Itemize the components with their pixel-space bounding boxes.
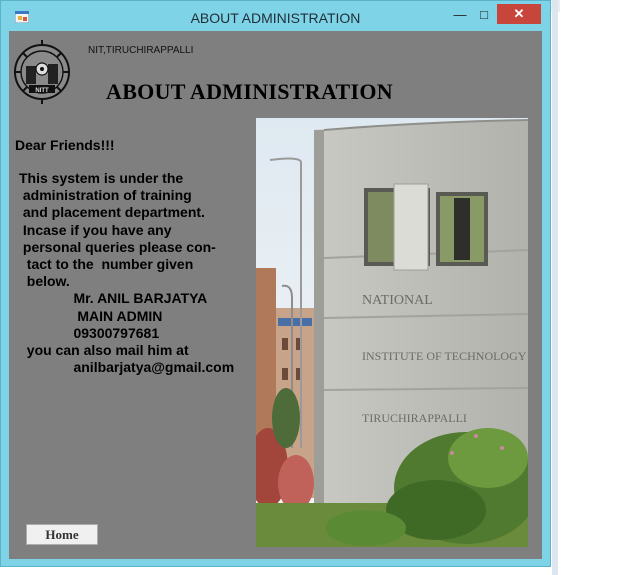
admin-role: MAIN ADMIN [77, 307, 163, 324]
admin-name: Mr. ANIL BARJATYA [73, 290, 208, 307]
about-text-line: Incase if you have any [19, 221, 172, 238]
institute-label: NIT,TIRUCHIRAPPALLI [88, 45, 194, 56]
admin-phone: 09300797681 [73, 324, 160, 341]
nitt-logo: NITT [14, 40, 70, 104]
maximize-button[interactable]: □ [473, 4, 495, 24]
sign-text-line: TIRUCHIRAPPALLI [362, 411, 467, 425]
logo-text: NITT [35, 88, 49, 94]
form-client-area: NITT NIT,TIRUCHIRAPPALLI ABOUT ADMINISTR… [9, 31, 542, 559]
about-text-line: below. [19, 273, 70, 290]
about-administration-window: ABOUT ADMINISTRATION — □ ✕ NITT NIT,TIRU… [0, 0, 551, 567]
about-text-line: and placement department. [19, 204, 205, 221]
home-button[interactable]: Home [26, 524, 98, 545]
greeting-text: Dear Friends!!! [15, 137, 115, 153]
sign-text-line: NATIONAL [362, 293, 433, 308]
mail-line: you can also mail him at [26, 342, 189, 359]
campus-sign-photo: NATIONAL INSTITUTE OF TECHNOLOGY TIRUCHI… [256, 118, 528, 547]
close-button[interactable]: ✕ [497, 4, 541, 24]
about-text-line: tact to the number given [19, 256, 194, 273]
sign-text-line: INSTITUTE OF TECHNOLOGY [362, 349, 527, 363]
about-text: This system is under the administration … [19, 170, 234, 376]
page-heading: ABOUT ADMINISTRATION [106, 79, 393, 104]
admin-email: anilbarjatya@gmail.com [73, 359, 235, 376]
about-text-line: This system is under the [19, 170, 184, 186]
about-text-line: administration of training [19, 187, 192, 204]
title-bar[interactable]: ABOUT ADMINISTRATION — □ ✕ [1, 1, 550, 31]
about-text-line: personal queries please con- [19, 238, 216, 255]
background-app-edge [552, 0, 558, 575]
minimize-button[interactable]: — [447, 4, 473, 24]
